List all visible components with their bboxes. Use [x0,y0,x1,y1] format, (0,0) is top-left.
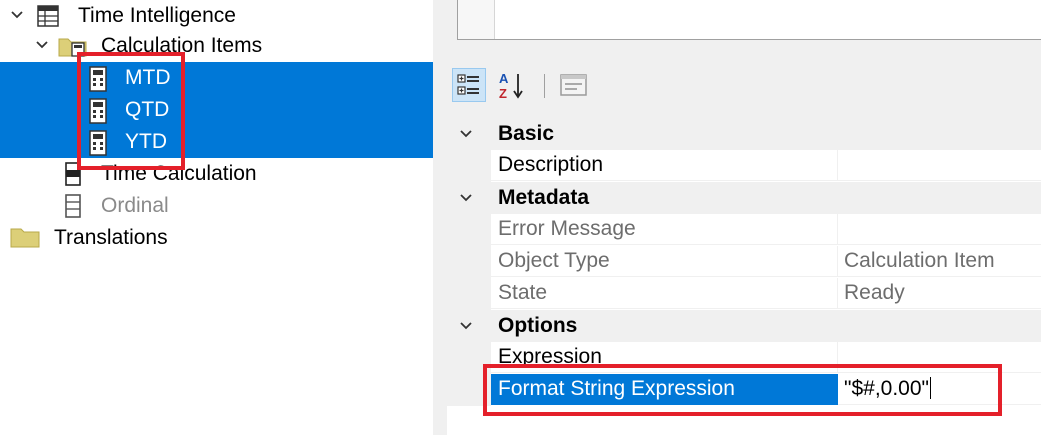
properties-toolbar: A Z [447,64,1041,114]
property-name: Expression [491,342,838,373]
tree-item-ordinal[interactable]: Ordinal [0,190,433,222]
format-string-value: "$#,0.00" [844,377,929,400]
toolbar-separator [544,74,545,98]
tree-item-ytd[interactable]: YTD [0,126,433,158]
property-name: Format String Expression [491,374,838,405]
calculator-icon [89,98,107,124]
tree-item-time-intelligence[interactable]: Time Intelligence [0,0,433,32]
chevron-down-icon[interactable] [459,127,473,141]
tree-item-label: MTD [125,66,171,89]
editor-gutter [458,0,495,39]
tree-item-label: Translations [54,226,168,249]
property-value: Calculation Item [838,246,1041,277]
row-margin [447,342,491,374]
property-row-description[interactable]: Description [447,150,1041,182]
property-grid: Basic Description Metadata Error Message… [447,118,1041,435]
chevron-down-icon[interactable] [10,8,24,22]
pane-splitter[interactable] [433,0,447,435]
tree-item-label: QTD [125,98,170,121]
model-tree: Time Intelligence Calculation Items MTD [0,0,433,435]
calculator-icon [89,130,107,156]
category-basic[interactable]: Basic [447,118,1041,150]
category-label: Metadata [498,186,590,209]
tree-item-label: Ordinal [101,194,169,217]
property-row-format-string-expression[interactable]: Format String Expression "$#,0.00" [447,374,1041,406]
tree-item-qtd[interactable]: QTD [0,94,433,126]
expression-editor[interactable] [457,0,1041,40]
alphabetical-view-button[interactable]: A Z [494,68,528,102]
row-margin [447,374,491,406]
folder-icon [10,228,40,248]
tree-item-label: Time Calculation [101,162,257,185]
property-value[interactable] [838,342,1041,373]
property-row-error-message[interactable]: Error Message [447,214,1041,246]
property-name: Error Message [491,214,838,245]
category-label: Options [498,314,578,337]
calculator-icon [89,66,107,92]
tree-item-calculation-items[interactable]: Calculation Items [0,30,433,62]
row-margin [447,246,491,278]
categorized-view-button[interactable] [452,68,486,102]
tree-item-label: Time Intelligence [78,4,236,27]
sort-az-icon: A Z [499,71,523,101]
property-pages-button[interactable] [557,68,591,102]
format-string-input[interactable]: "$#,0.00" [838,374,1041,405]
tree-item-mtd[interactable]: MTD [0,62,433,94]
category-label: Basic [498,122,555,145]
row-margin [447,278,491,310]
category-options[interactable]: Options [447,310,1041,342]
property-value[interactable] [838,150,1041,181]
row-margin [447,150,491,182]
chevron-down-icon[interactable] [459,319,473,333]
property-pages-icon [560,74,587,96]
property-name: Description [491,150,838,181]
categorized-icon [457,74,479,95]
column-icon [65,194,81,218]
chevron-down-icon[interactable] [35,38,49,52]
property-value [838,214,1041,245]
property-value: Ready [838,278,1041,309]
text-caret [929,377,931,399]
svg-text:Z: Z [499,86,507,101]
tree-item-translations[interactable]: Translations [0,222,433,254]
tree-item-label: YTD [125,130,167,153]
property-row-state[interactable]: State Ready [447,278,1041,310]
property-name: Object Type [491,246,838,277]
properties-pane: A Z Basic Description Metadata Error Mes… [447,0,1041,435]
svg-text:A: A [499,71,509,86]
property-name: State [491,278,838,309]
table-icon [37,5,59,27]
row-margin [447,214,491,246]
category-metadata[interactable]: Metadata [447,182,1041,214]
property-row-object-type[interactable]: Object Type Calculation Item [447,246,1041,278]
tree-item-label: Calculation Items [101,34,263,57]
property-row-expression[interactable]: Expression [447,342,1041,374]
folder-calc-icon [58,38,87,57]
chevron-down-icon[interactable] [459,191,473,205]
tree-item-time-calculation[interactable]: Time Calculation [0,158,433,190]
column-icon [65,162,81,186]
